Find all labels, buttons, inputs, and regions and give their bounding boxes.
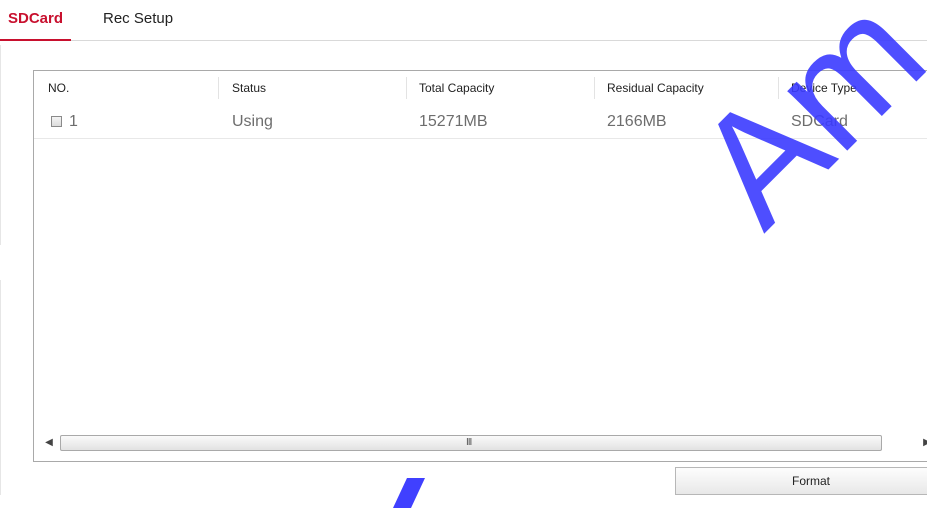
tab-rec-setup[interactable]: Rec Setup (103, 0, 173, 40)
tab-sdcard[interactable]: SDCard (0, 0, 72, 41)
scroll-right-icon[interactable]: ▶ (920, 435, 927, 451)
column-divider[interactable] (778, 77, 779, 99)
column-header-no: NO. (48, 81, 70, 95)
table-header: NO. Status Total Capacity Residual Capac… (34, 71, 927, 105)
storage-table: NO. Status Total Capacity Residual Capac… (33, 70, 927, 462)
row-checkbox[interactable] (51, 116, 62, 127)
cell-residual-capacity: 2166MB (607, 113, 667, 130)
column-header-residual-capacity: Residual Capacity (607, 81, 704, 95)
format-button[interactable]: Format (675, 467, 927, 495)
format-button-label: Format (791, 474, 830, 488)
cell-status: Using (232, 113, 273, 130)
watermark-fragment (393, 478, 425, 508)
cell-total-capacity: 15271MB (419, 113, 488, 130)
horizontal-scrollbar[interactable]: ◀ III ▶ (42, 434, 927, 452)
grip-icon: III (466, 437, 472, 448)
column-header-device-type: Device Type (791, 81, 857, 95)
table-row[interactable]: 1 Using 15271MB 2166MB SDCard (34, 105, 927, 139)
left-border (0, 280, 1, 495)
cell-device-type: SDCard (791, 113, 848, 130)
column-header-total-capacity: Total Capacity (419, 81, 495, 95)
column-divider[interactable] (218, 77, 219, 99)
left-border (0, 45, 1, 245)
column-divider[interactable] (406, 77, 407, 99)
column-divider[interactable] (594, 77, 595, 99)
scroll-thumb[interactable]: III (60, 435, 882, 451)
tab-bar: SDCard Rec Setup (0, 0, 927, 41)
cell-no: 1 (69, 113, 78, 130)
scroll-left-icon[interactable]: ◀ (42, 435, 56, 451)
column-header-status: Status (232, 81, 267, 95)
